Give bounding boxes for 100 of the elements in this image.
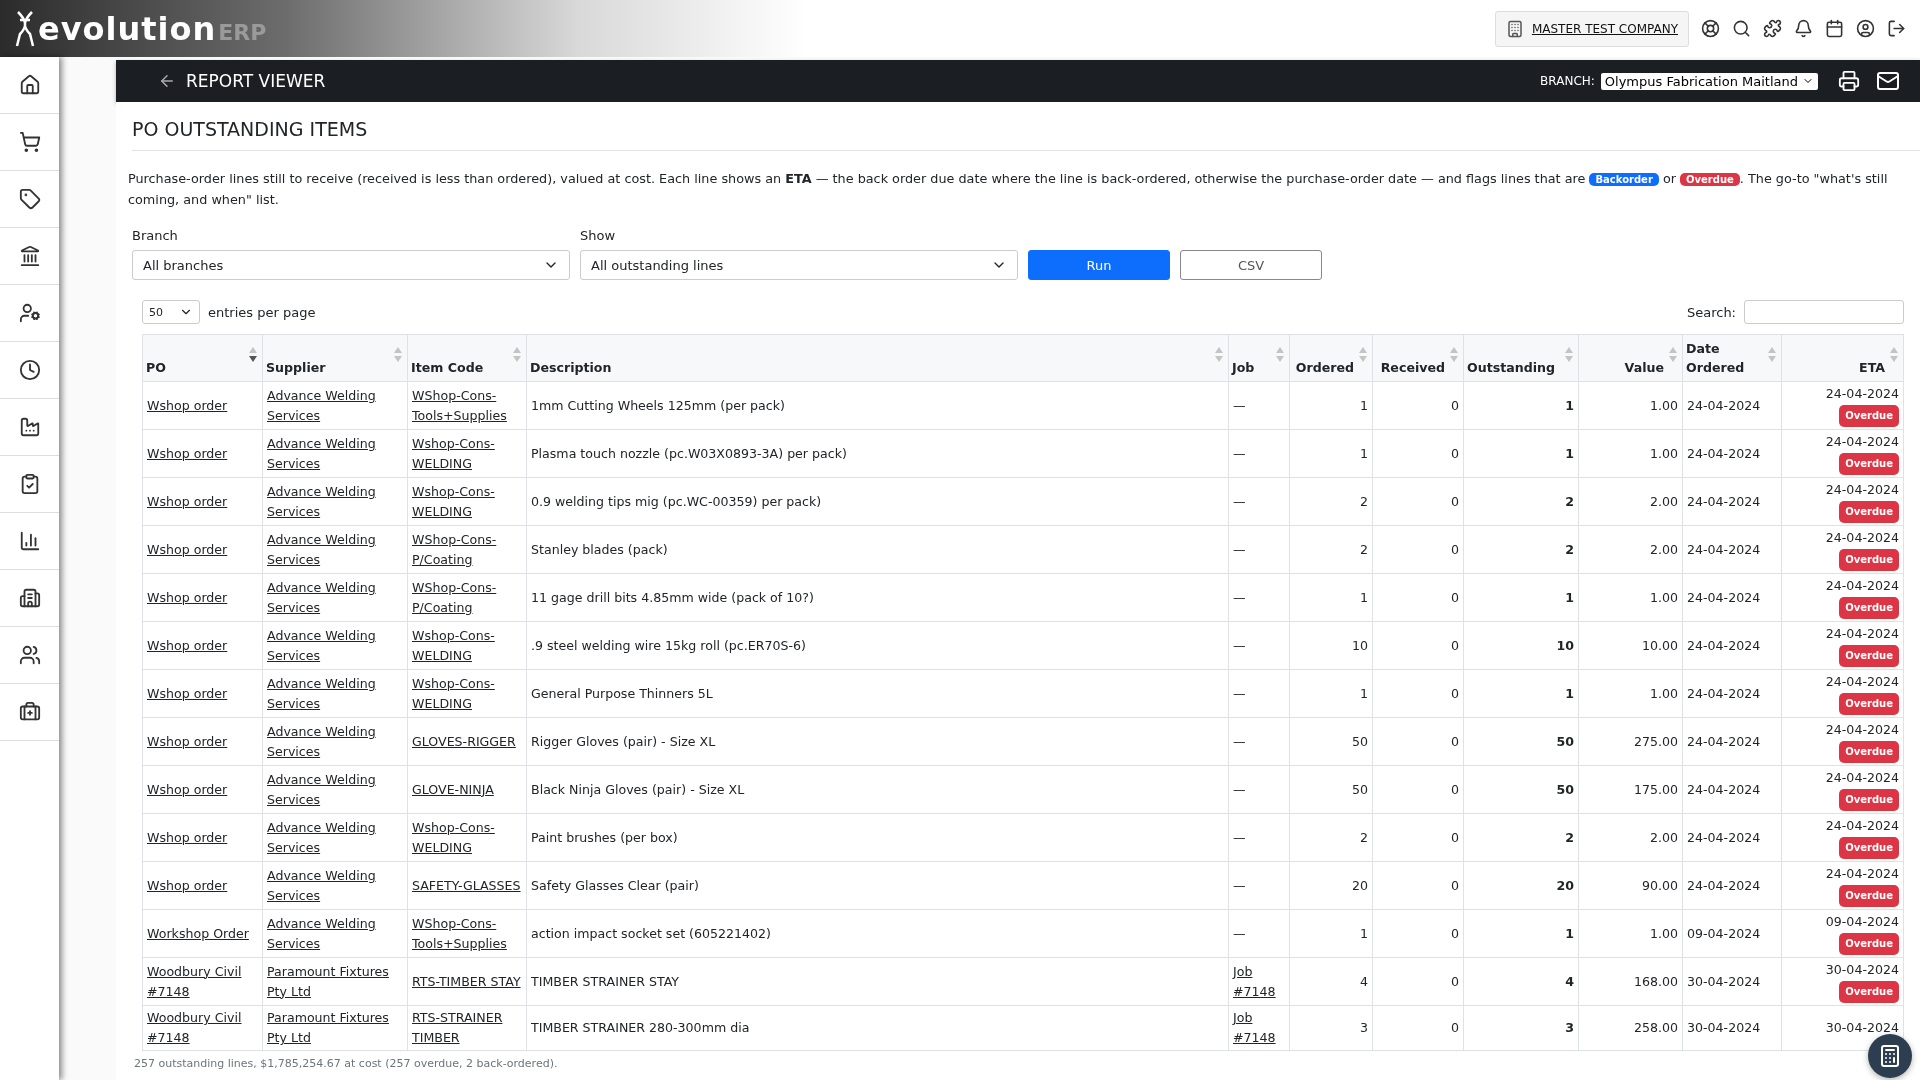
table-link[interactable]: WShop-Cons-Tools+Supplies [412, 913, 522, 954]
table-link[interactable]: Wshop-Cons-WELDING [412, 817, 522, 858]
run-button[interactable]: Run [1028, 250, 1170, 280]
table-link[interactable]: RTS-TIMBER STAY [412, 971, 521, 992]
table-link[interactable]: Advance Welding Services [267, 433, 403, 474]
column-header[interactable]: Outstanding [1463, 334, 1579, 382]
table-cell-text: 24-04-2024 [1825, 769, 1899, 787]
table-cell: 0 [1372, 525, 1464, 574]
filter-label: Branch [132, 228, 179, 243]
table-link[interactable]: Job #7148 [1233, 1008, 1285, 1048]
table-link[interactable]: Wshop order [147, 395, 228, 416]
table-link[interactable]: Wshop order [147, 683, 228, 704]
search-icon[interactable] [1732, 19, 1751, 38]
column-header[interactable]: Received [1372, 334, 1464, 382]
status-badge: Overdue [1839, 597, 1899, 619]
table-link[interactable]: Workshop Order [147, 923, 249, 944]
column-header[interactable]: ETA [1781, 334, 1904, 382]
branch-select[interactable]: Olympus Fabrication Maitland [1600, 72, 1818, 90]
table-cell: 24-04-2024 [1682, 429, 1782, 478]
table-cell: 2.00 [1578, 477, 1683, 526]
table-link[interactable]: WShop-Cons-P/Coating [412, 577, 522, 618]
table-link[interactable]: Advance Welding Services [267, 865, 403, 906]
table-link[interactable]: Advance Welding Services [267, 769, 403, 810]
calendar-icon[interactable] [1825, 19, 1844, 38]
table-cell-text: 24-04-2024 [1825, 385, 1899, 403]
table-cell-text: 24-04-2024 [1825, 481, 1899, 499]
search-field[interactable] [1744, 300, 1904, 324]
status-badge: Overdue [1839, 405, 1899, 427]
table-cell: 2 [1463, 477, 1579, 526]
status-badge: Overdue [1839, 453, 1899, 475]
csv-button[interactable]: CSV [1180, 250, 1322, 280]
company-button[interactable]: MASTER TEST COMPANY [1494, 10, 1689, 47]
table-link[interactable]: Job #7148 [1233, 961, 1285, 1002]
table-cell: 1 [1463, 429, 1579, 478]
table-cell: General Purpose Thinners 5L [526, 669, 1229, 718]
table-link[interactable]: Paramount Fixtures Pty Ltd [267, 1008, 403, 1048]
table-cell: 1 [1289, 669, 1373, 718]
table-cell: Plasma touch nozzle (pc.W03X0893-3A) per pack) [526, 429, 1229, 478]
table-link[interactable]: Wshop order [147, 779, 228, 800]
table-link[interactable]: Wshop-Cons-WELDING [412, 625, 522, 666]
table-link[interactable]: Advance Welding Services [267, 625, 403, 666]
column-header[interactable]: Supplier [262, 334, 408, 382]
table-link[interactable]: Woodbury Civil #7148 [147, 961, 258, 1002]
table-cell: 24-04-2024 [1682, 381, 1782, 430]
table-link[interactable]: Paramount Fixtures Pty Ltd [267, 961, 403, 1002]
table-cell: 3 [1289, 1005, 1373, 1051]
table-link[interactable]: GLOVE-NINJA [412, 779, 494, 800]
table-link[interactable]: Woodbury Civil #7148 [147, 1008, 258, 1048]
table-link[interactable]: Advance Welding Services [267, 721, 403, 762]
print-icon[interactable] [1838, 70, 1860, 92]
table-link[interactable]: Advance Welding Services [267, 481, 403, 522]
life-ring-icon[interactable] [1701, 19, 1720, 38]
table-link[interactable]: WShop-Cons-P/Coating [412, 529, 522, 570]
column-header[interactable]: PO [142, 334, 263, 382]
column-header[interactable]: Description [526, 334, 1229, 382]
table-link[interactable]: Wshop order [147, 731, 228, 752]
column-header[interactable]: Item Code [407, 334, 527, 382]
logout-icon[interactable] [1887, 19, 1906, 38]
puzzle-icon[interactable] [1763, 19, 1782, 38]
table-cell: 1mm Cutting Wheels 125mm (per pack) [526, 381, 1229, 430]
table-link[interactable]: Advance Welding Services [267, 913, 403, 954]
logo-name: evolution [38, 9, 217, 48]
column-header[interactable]: Job [1228, 334, 1290, 382]
table-cell: 30-04-2024 [1682, 957, 1782, 1006]
table-link[interactable]: GLOVES-RIGGER [412, 731, 516, 752]
back-icon[interactable] [158, 72, 176, 90]
table-cell: — [1228, 717, 1290, 766]
table-link[interactable]: Wshop order [147, 491, 228, 512]
column-header[interactable]: Value [1578, 334, 1683, 382]
table-cell: Black Ninja Gloves (pair) - Size XL [526, 765, 1229, 814]
filter-select[interactable]: All branches [132, 250, 570, 280]
table-link[interactable]: Wshop order [147, 635, 228, 656]
table-link[interactable]: Wshop order [147, 875, 228, 896]
filter-select[interactable]: All outstanding lines [580, 250, 1018, 280]
table-link[interactable]: SAFETY-GLASSES [412, 875, 521, 896]
table-link[interactable]: Advance Welding Services [267, 385, 403, 426]
table-link[interactable]: Advance Welding Services [267, 529, 403, 570]
page-size-select[interactable]: 50 [142, 300, 200, 324]
table-cell: 1 [1289, 429, 1373, 478]
column-header[interactable]: Date Ordered [1682, 334, 1782, 382]
table-cell: — [1228, 621, 1290, 670]
table-cell: Stanley blades (pack) [526, 525, 1229, 574]
table-link[interactable]: Wshop order [147, 827, 228, 848]
table-cell: 0 [1372, 909, 1464, 958]
table-link[interactable]: Wshop order [147, 587, 228, 608]
table-link[interactable]: RTS-STRAINER TIMBER [412, 1008, 522, 1048]
table-link[interactable]: Wshop order [147, 443, 228, 464]
table-link[interactable]: Wshop-Cons-WELDING [412, 481, 522, 522]
table-link[interactable]: Wshop order [147, 539, 228, 560]
user-icon[interactable] [1856, 19, 1875, 38]
table-link[interactable]: Wshop-Cons-WELDING [412, 673, 522, 714]
bell-icon[interactable] [1794, 19, 1813, 38]
table-cell: 90.00 [1578, 861, 1683, 910]
table-link[interactable]: Advance Welding Services [267, 577, 403, 618]
table-link[interactable]: Advance Welding Services [267, 817, 403, 858]
table-link[interactable]: Wshop-Cons-WELDING [412, 433, 522, 474]
column-header[interactable]: Ordered [1289, 334, 1373, 382]
table-link[interactable]: Advance Welding Services [267, 673, 403, 714]
mail-icon[interactable] [1876, 69, 1900, 93]
table-link[interactable]: WShop-Cons-Tools+Supplies [412, 385, 522, 426]
